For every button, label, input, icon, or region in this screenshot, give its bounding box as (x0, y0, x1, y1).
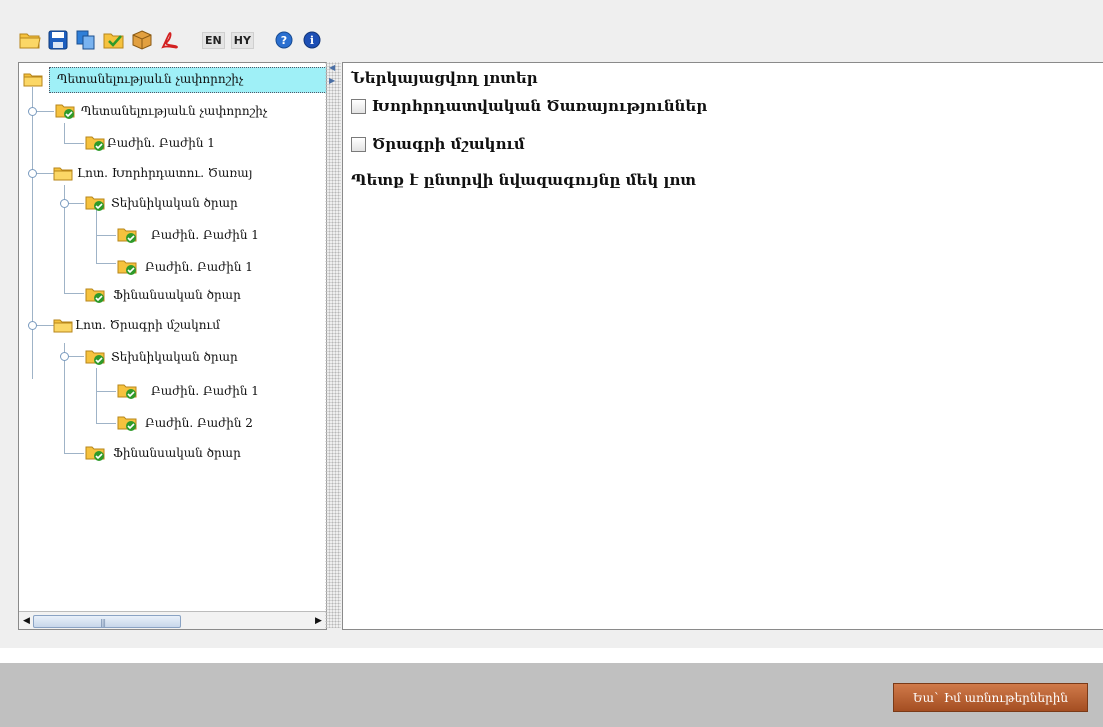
scroll-left-icon[interactable]: ◀ (20, 614, 33, 627)
tree-item[interactable]: Տեխնիկական ծրար (85, 345, 238, 369)
tree-expand-toggle[interactable] (28, 107, 37, 116)
tree-item[interactable]: Լոտ. Ծրագրի մշակում (53, 313, 220, 337)
panel-splitter[interactable]: ◀ ▶ (325, 62, 341, 628)
tree-item-label: Տեխնիկական ծրար (111, 196, 238, 210)
tree-item[interactable]: Ֆինանսական ծրար (85, 441, 241, 465)
tree-item-label: Բաժին. Բաժին 1 (151, 228, 259, 242)
folder-icon (53, 167, 73, 181)
tree-item[interactable]: Բաժին. Բաժին 1 (117, 379, 259, 403)
tree-expand-toggle[interactable] (60, 352, 69, 361)
collapse-left-icon[interactable]: ◀ (329, 63, 335, 72)
folder-check-icon (117, 228, 137, 243)
tree-connector (96, 263, 116, 264)
tree-item-label: Պետանելությաևն չափորոշիչ (57, 72, 244, 86)
toolbar: EN HY ? i (18, 22, 324, 58)
validation-message: Պետք է ընտրվի նվազագույնը մեկ լոտ (351, 171, 697, 189)
tree-item-label: Ֆինանսական ծրար (113, 288, 241, 302)
lots-panel: Ներկայացվող լոտեր Խորհրդատվական Ծառայութ… (342, 62, 1103, 630)
folder-check-icon (85, 288, 105, 303)
expand-right-icon[interactable]: ▶ (329, 76, 335, 85)
tree-connector (32, 87, 33, 379)
pdf-icon[interactable] (158, 28, 182, 52)
checkbox[interactable] (351, 136, 366, 152)
tree-expand-toggle[interactable] (60, 199, 69, 208)
tree-connector (96, 423, 116, 424)
save-icon[interactable] (46, 28, 70, 52)
horizontal-scrollbar[interactable]: ◀ ||| ▶ (19, 611, 326, 629)
tree-expand-toggle[interactable] (28, 169, 37, 178)
tree-item[interactable]: Ֆինանսական ծրար (85, 283, 241, 307)
tree-item[interactable]: Լոտ. Խորհրդատու. Ծառայ (53, 161, 252, 185)
scroll-right-icon[interactable]: ▶ (312, 614, 325, 627)
approve-icon[interactable] (102, 28, 126, 52)
info-icon[interactable]: i (300, 28, 324, 52)
tree-connector (64, 293, 84, 294)
tree-item-label: Տեխնիկական ծրար (111, 350, 238, 364)
tree-connector (96, 391, 116, 392)
tree-connector (64, 143, 84, 144)
tree-item[interactable]: Բաժին. Բաժին 1 (85, 131, 215, 155)
svg-text:i: i (310, 34, 314, 47)
tree-item-label: Ֆինանսական ծրար (113, 446, 241, 460)
folder-check-icon (85, 446, 105, 461)
folder-check-icon (85, 350, 105, 365)
folder-check-icon (117, 384, 137, 399)
lot-label: Ծրագրի մշակում (372, 135, 525, 153)
grip-icon: ||| (100, 618, 106, 627)
tree-item[interactable]: Բաժին. Բաժին 1 (117, 255, 253, 279)
tree-item-label: Բաժին. Բաժին 1 (151, 384, 259, 398)
next-button[interactable]: Եա` Իմ առնութերներին (893, 683, 1088, 712)
tree-connector (64, 453, 84, 454)
tree-item-label: Պետանելությաևն չափորոշիչ (81, 104, 268, 118)
tree-connector (96, 235, 116, 236)
tree-item-label: Բաժին. Բաժին 1 (145, 260, 253, 274)
lang-hy-button[interactable]: HY (230, 31, 254, 49)
tree-expand-toggle[interactable] (28, 321, 37, 330)
tree-item-label: Լոտ. Ծրագրի մշակում (75, 318, 221, 332)
lot-checkbox-consulting[interactable]: Խորհրդատվական Ծառայություններ (351, 97, 707, 115)
tree-connector (64, 123, 65, 143)
checkbox[interactable] (351, 98, 366, 114)
folder-icon (53, 319, 73, 333)
folder-check-icon (85, 136, 105, 151)
tree-item[interactable]: Բաժին. Բաժին 1 (117, 223, 259, 247)
package-icon[interactable] (130, 28, 154, 52)
tree-item[interactable]: Բաժին. Բաժին 2 (117, 411, 253, 435)
svg-text:?: ? (281, 34, 287, 47)
tree-connector (96, 368, 97, 423)
tree-item[interactable]: Պետանելությաևն չափորոշիչ (23, 67, 243, 91)
tree-item-label: Բաժին. Բաժին 2 (145, 416, 253, 430)
folder-icon (23, 73, 43, 87)
lang-en-button[interactable]: EN (202, 31, 225, 49)
tree-item-label: Բաժին. Բաժին 1 (107, 136, 215, 150)
tree-item[interactable]: Տեխնիկական ծրար (85, 191, 238, 215)
lot-checkbox-software[interactable]: Ծրագրի մշակում (351, 135, 525, 153)
lot-label: Խորհրդատվական Ծառայություններ (372, 97, 708, 115)
scrollbar-thumb[interactable]: ||| (33, 615, 181, 628)
folder-check-icon (117, 260, 137, 275)
document-tree-panel: Պետանելությաևն չափորոշիչ Պետանելությաևն … (18, 62, 327, 630)
help-icon[interactable]: ? (272, 28, 296, 52)
tree-item[interactable]: Պետանելությաևն չափորոշիչ (55, 99, 267, 123)
tree-item-label: Լոտ. Խորհրդատու. Ծառայ (77, 166, 253, 180)
copy-icon[interactable] (74, 28, 98, 52)
submitted-lots-heading: Ներկայացվող լոտեր (351, 69, 538, 87)
folder-check-icon (55, 104, 75, 119)
folder-check-icon (85, 196, 105, 211)
folder-check-icon (117, 416, 137, 431)
open-folder-icon[interactable] (18, 28, 42, 52)
